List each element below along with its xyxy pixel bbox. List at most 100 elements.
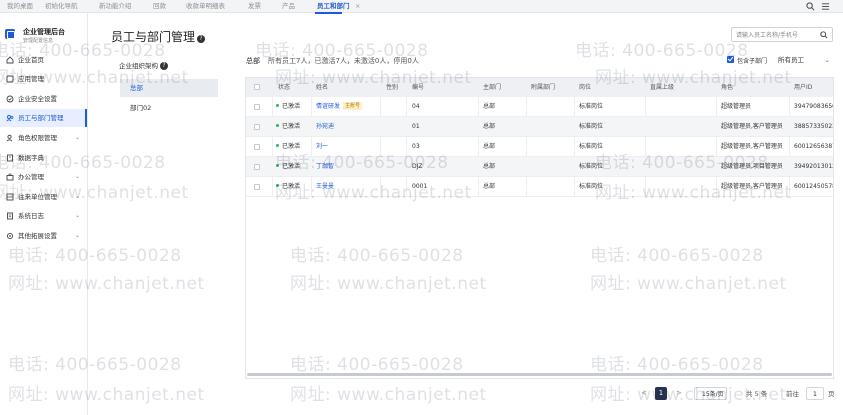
select-all-checkbox[interactable] xyxy=(254,84,260,90)
status-text: 已激活 xyxy=(282,123,301,130)
menu-icon[interactable] xyxy=(821,2,830,11)
tab-product[interactable]: 产品 xyxy=(282,0,295,13)
row-checkbox[interactable] xyxy=(254,124,260,130)
goto-page-input[interactable]: 1 xyxy=(806,387,824,400)
goto-label: 前往 xyxy=(786,390,799,398)
search-icon[interactable] xyxy=(820,31,828,39)
sidebar-item-label: 应用管理 xyxy=(18,75,44,83)
page-1-button[interactable]: 1 xyxy=(655,387,667,400)
home-icon xyxy=(6,56,14,64)
post-cell: 标准岗位 xyxy=(579,123,604,130)
dept-cell: 总部 xyxy=(483,163,496,170)
dept-cell: 总部 xyxy=(483,183,496,190)
org-item-dept02[interactable]: 部门02 xyxy=(120,99,218,117)
dept-cell: 总部 xyxy=(483,123,496,130)
tab-close-icon[interactable]: × xyxy=(355,0,360,13)
status-text: 已激活 xyxy=(282,103,301,110)
tab-invoice[interactable]: 发票 xyxy=(248,0,261,13)
sidebar-item-office[interactable]: 办公管理 ⌄ xyxy=(0,168,87,186)
search-icon[interactable] xyxy=(806,2,815,11)
employee-name[interactable]: 情谊研发 xyxy=(316,103,340,110)
employee-name[interactable]: 刘一 xyxy=(316,143,328,150)
code-cell: DJZ xyxy=(412,163,423,170)
tab-init-guide[interactable]: 初始化导航 xyxy=(45,0,78,13)
page-size-select[interactable]: 15条/页 xyxy=(694,387,727,400)
prev-page-button[interactable]: < xyxy=(638,387,650,400)
next-page-button[interactable]: > xyxy=(673,387,685,400)
help-icon[interactable]: ? xyxy=(197,35,206,43)
chevron-down-icon: ⌄ xyxy=(74,212,80,219)
col-manager[interactable]: 直属上级 xyxy=(650,78,674,97)
sidebar-item-extensions[interactable]: 其他拓展设置 ⌄ xyxy=(0,227,87,245)
status-cell: 已激活 xyxy=(276,97,300,117)
sidebar-item-roles[interactable]: 角色权限管理 ⌄ xyxy=(0,129,87,147)
dept-cell: 总部 xyxy=(483,103,496,110)
col-code[interactable]: 编号 xyxy=(412,78,424,97)
employee-name[interactable]: 丁珈智 xyxy=(316,163,334,170)
col-role[interactable]: 角色 xyxy=(721,78,733,97)
current-dept: 总部 xyxy=(246,57,260,65)
tab-employee-dept[interactable]: 员工和部门 xyxy=(315,0,350,14)
col-post[interactable]: 岗位 xyxy=(579,78,591,97)
post-cell: 标准岗位 xyxy=(579,143,604,150)
search-input[interactable] xyxy=(736,30,818,40)
tab-payment[interactable]: 回款 xyxy=(153,0,166,13)
sidebar-item-logs[interactable]: 系统日志 ⌄ xyxy=(0,207,87,225)
briefcase-icon xyxy=(6,173,14,181)
page-suffix: 页 xyxy=(828,390,835,398)
sidebar-item-dictionary[interactable]: 数据字典 xyxy=(0,149,87,167)
name-cell[interactable]: 孙宛迪 xyxy=(316,117,334,137)
col-main-dept[interactable]: 主部门 xyxy=(483,78,501,97)
table-row[interactable]: 已激活 孙宛迪 01 总部 标准岗位 超级管理员,客户管理员 388573350… xyxy=(246,117,833,137)
sidebar-item-partners[interactable]: 往来单位管理 ⌄ xyxy=(0,188,87,206)
sidebar-item-label: 数据字典 xyxy=(18,154,44,162)
table-row[interactable]: 已激活 丁珈智 DJZ 总部 标准岗位 超级管理员,项目管理员 39492013… xyxy=(246,157,833,177)
sidebar-item-home[interactable]: 企业首页 xyxy=(0,51,87,69)
name-cell[interactable]: 王曼曼 xyxy=(316,177,334,197)
name-cell[interactable]: 情谊研发 主账号 xyxy=(316,97,363,117)
employee-stats: 所有员工7人，已激活7人，未激活0人，停用0人 xyxy=(268,57,419,65)
row-checkbox[interactable] xyxy=(254,104,260,110)
include-subdept-checkbox[interactable] xyxy=(727,56,734,63)
col-user-id[interactable]: 用户ID xyxy=(794,78,812,97)
role-cell: 超级管理员 xyxy=(721,103,752,110)
post-cell: 标准岗位 xyxy=(579,103,604,110)
sidebar-item-security[interactable]: 企业安全设置 xyxy=(0,90,87,108)
code-cell: 04 xyxy=(412,103,420,110)
col-gender[interactable]: 性别 xyxy=(386,78,398,97)
status-dot-icon xyxy=(276,164,279,167)
brand-subtitle: 管理配置信息 xyxy=(23,38,54,44)
shield-icon xyxy=(6,95,14,103)
employee-name[interactable]: 王曼曼 xyxy=(316,183,334,190)
row-checkbox[interactable] xyxy=(254,164,260,170)
row-checkbox[interactable] xyxy=(254,144,260,150)
employee-name[interactable]: 孙宛迪 xyxy=(316,123,334,130)
search-field[interactable] xyxy=(731,27,833,42)
table-row[interactable]: 已激活 王曼曼 0001 总部 标准岗位 超级管理员,客户管理员 6001245… xyxy=(246,177,833,197)
sidebar-item-label: 其他拓展设置 xyxy=(18,232,57,240)
row-checkbox[interactable] xyxy=(254,184,260,190)
table-row[interactable]: 已激活 情谊研发主账号 04 总部 标准岗位 超级管理员 39479083650… xyxy=(246,97,833,117)
tab-receipt-detail[interactable]: 收款单明细表 xyxy=(186,0,225,13)
users-icon xyxy=(6,115,14,122)
book-icon xyxy=(7,154,13,162)
help-icon[interactable]: ? xyxy=(160,62,168,70)
table-row[interactable]: 已激活 刘一 03 总部 标准岗位 超级管理员,客户管理员 6001265638… xyxy=(246,137,833,157)
tab-my-desktop[interactable]: 我的桌面 xyxy=(7,0,33,13)
name-cell[interactable]: 刘一 xyxy=(316,137,328,157)
name-cell[interactable]: 丁珈智 xyxy=(316,157,334,177)
employee-filter-select[interactable]: 所有员工 ⌄ xyxy=(773,53,834,68)
col-sub-dept[interactable]: 附属部门 xyxy=(531,78,555,97)
page-title: 员工与部门管理? xyxy=(111,28,206,45)
horizontal-scrollbar[interactable] xyxy=(247,373,832,376)
col-status[interactable]: 状态 xyxy=(278,78,290,97)
sidebar-item-employees[interactable]: 员工与部门管理 xyxy=(0,109,87,127)
tab-new-features[interactable]: 新功能介绍 xyxy=(99,0,132,13)
code-cell: 03 xyxy=(412,143,420,150)
org-item-headquarters[interactable]: 总部 xyxy=(120,79,218,97)
col-name[interactable]: 姓名 xyxy=(316,78,328,97)
status-text: 已激活 xyxy=(282,163,301,170)
sidebar-item-label: 往来单位管理 xyxy=(18,193,57,201)
include-subdept-label: 包含子部门 xyxy=(737,58,768,65)
sidebar-item-apps[interactable]: 应用管理 xyxy=(0,70,87,88)
